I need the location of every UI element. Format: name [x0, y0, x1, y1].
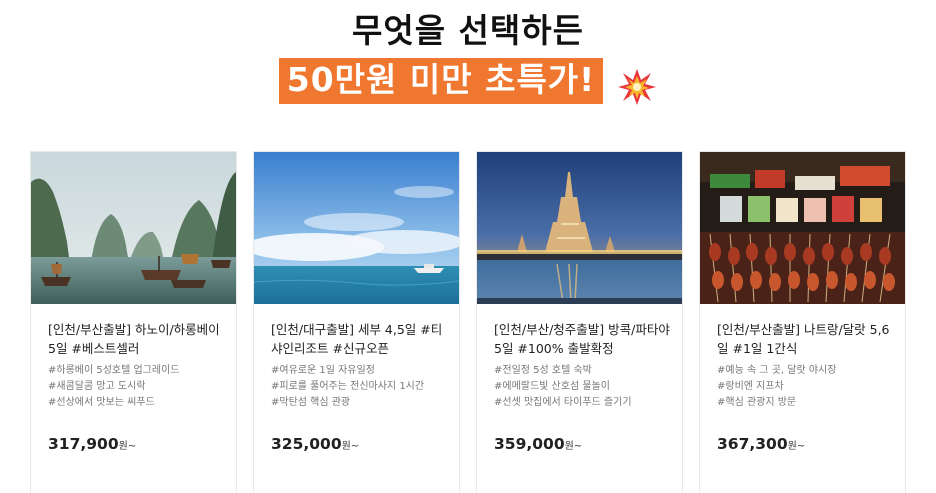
tour-tag: #에메랄드빛 산호섬 물놀이	[494, 381, 610, 392]
tour-tag: #하롱베이 5성호텔 업그레이드	[48, 365, 180, 376]
tour-card[interactable]: [인천/부산/청주출발] 방콕/파타야 5일 #100% 출발확정 #전일정 5…	[477, 152, 682, 493]
tour-tag: #막탄섬 핵심 관광	[271, 397, 351, 408]
tour-tags: #예능 속 그 곳, 달랏 야시장 #랑비엔 지프차 #핵심 관광지 방문	[717, 363, 902, 411]
tour-card[interactable]: [인천/대구출발] 세부 4,5일 #티샤인리조트 #신규오픈 #여유로운 1일…	[254, 152, 459, 493]
tour-price: 359,000원~	[494, 435, 582, 453]
tour-tags: #하롱베이 5성호텔 업그레이드 #새콤달콤 망고 도시락 #선상에서 맛보는 …	[48, 363, 233, 411]
price-value: 359,000	[494, 435, 565, 453]
tour-tag: #여유로운 1일 자유일정	[271, 365, 375, 376]
tour-title[interactable]: [인천/부산출발] 나트랑/달랏 5,6일 #1일 1간식	[717, 320, 895, 358]
tour-tag: #전일정 5성 호텔 숙박	[494, 365, 592, 376]
tour-tag: #예능 속 그 곳, 달랏 야시장	[717, 365, 837, 376]
tour-card[interactable]: [인천/부산출발] 나트랑/달랏 5,6일 #1일 1간식 #예능 속 그 곳,…	[700, 152, 905, 493]
tour-price: 317,900원~	[48, 435, 136, 453]
tour-tags: #여유로운 1일 자유일정 #피로를 풀어주는 전신마사지 1시간 #막탄섬 핵…	[271, 363, 456, 411]
price-value: 325,000	[271, 435, 342, 453]
tour-price: 367,300원~	[717, 435, 805, 453]
tour-card[interactable]: [인천/부산출발] 하노이/하롱베이 5일 #베스트셀러 #하롱베이 5성호텔 …	[31, 152, 236, 493]
tour-tag: #선상에서 맛보는 씨푸드	[48, 397, 155, 408]
tour-tag: #새콤달콤 망고 도시락	[48, 381, 146, 392]
cebu-sea-photo[interactable]	[254, 152, 459, 304]
price-unit: 원~	[787, 441, 806, 452]
price-unit: 원~	[341, 441, 360, 452]
tour-tag: #피로를 풀어주는 전신마사지 1시간	[271, 381, 425, 392]
tour-tag: #랑비엔 지프차	[717, 381, 784, 392]
tour-title[interactable]: [인천/대구출발] 세부 4,5일 #티샤인리조트 #신규오픈	[271, 320, 449, 358]
explosion-burst-icon	[618, 68, 657, 105]
price-unit: 원~	[118, 441, 137, 452]
tour-price: 325,000원~	[271, 435, 359, 453]
price-value: 317,900	[48, 435, 119, 453]
price-value: 367,300	[717, 435, 788, 453]
tour-tag: #선셋 맛집에서 타이푸드 즐기기	[494, 397, 632, 408]
tour-title[interactable]: [인천/부산/청주출발] 방콕/파타야 5일 #100% 출발확정	[494, 320, 672, 358]
price-unit: 원~	[564, 441, 583, 452]
halong-bay-photo[interactable]	[31, 152, 236, 304]
promo-highlight: 50만원 미만 초특가!	[278, 58, 604, 104]
night-market-food-photo[interactable]	[700, 152, 905, 304]
bangkok-temple-photo[interactable]	[477, 152, 682, 304]
section-title: 무엇을 선택하든	[351, 11, 584, 50]
promo-headline: 50만원 미만 초특가!	[0, 58, 936, 105]
tour-tags: #전일정 5성 호텔 숙박 #에메랄드빛 산호섬 물놀이 #선셋 맛집에서 타이…	[494, 363, 679, 411]
tour-tag: #핵심 관광지 방문	[717, 397, 797, 408]
tour-title[interactable]: [인천/부산출발] 하노이/하롱베이 5일 #베스트셀러	[48, 320, 226, 358]
